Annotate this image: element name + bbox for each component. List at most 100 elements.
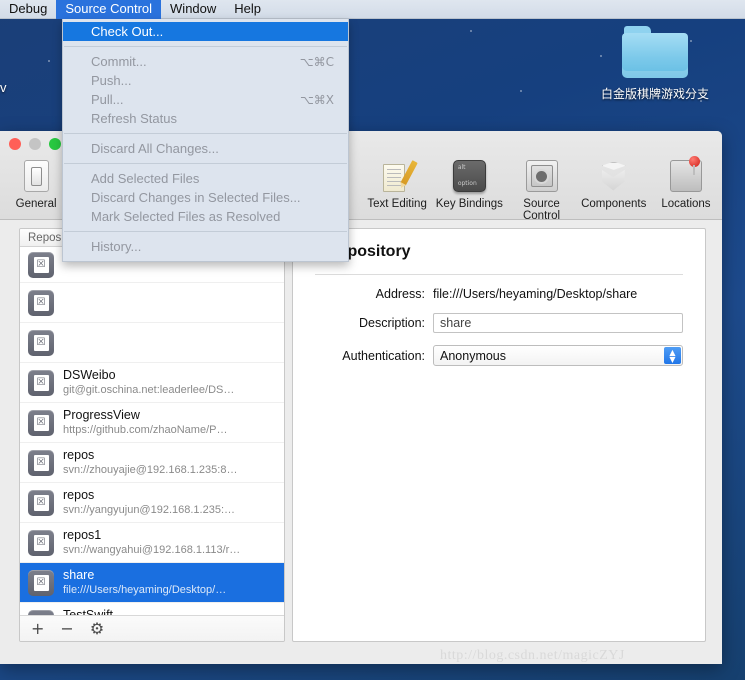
tab-components-label: Components [581,198,647,210]
authentication-select[interactable]: Anonymous ▲ ▼ [433,345,683,366]
menu-item-push-label: Push... [91,73,132,88]
menu-item-pull[interactable]: Pull... ⌥⌘X [63,90,348,109]
table-row-selected[interactable]: ☒ share file:///Users/heyaming/Desktop/… [20,563,284,603]
watermark: http://blog.csdn.net/magicZYJ [440,648,625,663]
menu-item-discard-changes-in-selected-files[interactable]: Discard Changes in Selected Files... [63,188,348,207]
menu-item-history-label: History... [91,239,142,254]
menu-item-discard-all-changes[interactable]: Discard All Changes... [63,139,348,158]
repository-name: TestSwift [63,608,114,615]
menu-bar[interactable]: Debug Source Control Window Help [0,0,745,19]
description-row: Description: share [293,313,705,333]
menubar-item-debug[interactable]: Debug [0,0,56,19]
menu-item-refresh-status[interactable]: Refresh Status [63,109,348,128]
menu-item-commit[interactable]: Commit... ⌥⌘C [63,52,348,71]
components-icon [578,157,650,195]
repository-name: share [63,568,95,582]
tab-text-editing-label: Text Editing [367,198,427,210]
desktop-left-text: v [0,80,7,95]
repository-icon: ☒ [28,449,54,476]
tab-components[interactable]: Components [578,153,650,210]
menu-item-history[interactable]: History... [63,237,348,256]
repository-name: repos [63,488,95,502]
menu-item-commit-shortcut: ⌥⌘C [299,54,334,69]
menu-separator [64,133,347,134]
menu-item-refresh-status-label: Refresh Status [91,111,177,126]
repository-icon: ☒ [28,409,54,436]
tab-text-editing[interactable]: Text Editing [361,153,433,210]
authentication-row: Authentication: Anonymous ▲ ▼ [293,345,705,366]
repository-url: https://github.com/zhaoName/P… [63,424,228,436]
repository-url: svn://yangyujun@192.168.1.235:… [63,504,236,516]
table-row[interactable]: ☒ DSWeibo git@git.oschina.net:leaderlee/… [20,363,284,403]
divider [315,274,683,275]
menu-item-mark-selected-files-as-resolved-label: Mark Selected Files as Resolved [91,209,281,224]
table-row[interactable]: ☒ ProgressView https://github.com/zhaoNa… [20,403,284,443]
repository-icon: ☒ [28,609,54,615]
menubar-item-help[interactable]: Help [225,0,270,19]
text-editing-icon [361,157,433,195]
key-bindings-icon: alt option [433,157,505,195]
table-row[interactable]: ☒ TestSwift git@git.oschina.net:MagicZYJ… [20,603,284,615]
menubar-item-source-control[interactable]: Source Control [56,0,162,19]
minimize-button[interactable] [29,138,41,150]
description-label: Description: [359,316,425,330]
address-row: Address: file:///Users/heyaming/Desktop/… [293,287,705,301]
remove-repository-button[interactable]: − [60,620,73,636]
zoom-button[interactable] [49,138,61,150]
address-label: Address: [375,287,425,301]
repository-name: repos1 [63,528,102,542]
repository-name: DSWeibo [63,368,116,382]
menu-item-push[interactable]: Push... [63,71,348,90]
repository-icon: ☒ [28,251,54,278]
window-controls[interactable] [9,138,61,150]
source-control-menu[interactable]: Check Out... Commit... ⌥⌘C Push... Pull.… [62,19,349,262]
tab-locations-label: Locations [661,198,711,210]
address-value: file:///Users/heyaming/Desktop/share [433,287,638,301]
gear-icon[interactable]: ⚙ [90,620,104,636]
tab-locations[interactable]: Locations [650,153,722,210]
repository-icon: ☒ [28,529,54,556]
tab-source-control[interactable]: Source Control [505,153,578,224]
close-button[interactable] [9,138,21,150]
folder-icon [622,26,688,78]
table-row[interactable]: ☒ [20,323,284,363]
repository-name: ProgressView [63,408,140,422]
menu-item-discard-all-changes-label: Discard All Changes... [91,141,219,156]
desktop-folder-item[interactable]: 白金版棋牌游戏分支 [600,26,710,102]
repository-icon: ☒ [28,329,54,356]
table-row[interactable]: ☒ repos svn://yangyujun@192.168.1.235:… [20,483,284,523]
menu-separator [64,231,347,232]
menu-item-add-selected-files-label: Add Selected Files [91,171,200,186]
repository-detail-panel: Repository Address: file:///Users/heyami… [292,228,706,642]
repository-url: svn://wangyahui@192.168.1.113/r… [63,544,241,556]
add-repository-button[interactable]: + [31,620,44,636]
preferences-content: Repositories ☒ ☒ ☒ ☒ DSWeibo git@git.osc… [0,220,722,664]
repository-list[interactable]: ☒ ☒ ☒ ☒ DSWeibo git@git.oschina.net:lead… [20,247,284,615]
menu-item-check-out-label: Check Out... [91,24,164,39]
menu-separator [64,163,347,164]
menu-item-mark-selected-files-as-resolved[interactable]: Mark Selected Files as Resolved [63,207,348,226]
table-row[interactable]: ☒ [20,283,284,323]
repository-icon: ☒ [28,569,54,596]
repository-url: git@git.oschina.net:leaderlee/DS… [63,384,235,396]
desktop-folder-label: 白金版棋牌游戏分支 [600,87,709,101]
table-row[interactable]: ☒ repos svn://zhouyajie@192.168.1.235:8… [20,443,284,483]
repository-url: svn://zhouyajie@192.168.1.235:8… [63,464,238,476]
menu-item-add-selected-files[interactable]: Add Selected Files [63,169,348,188]
menubar-item-window[interactable]: Window [161,0,225,19]
chevron-up-down-icon[interactable]: ▲ ▼ [664,347,681,364]
repository-name: repos [63,448,95,462]
table-row[interactable]: ☒ repos1 svn://wangyahui@192.168.1.113/r… [20,523,284,563]
repository-icon: ☒ [28,369,54,396]
description-input[interactable]: share [433,313,683,333]
locations-icon [650,156,722,195]
menu-item-discard-changes-in-selected-files-label: Discard Changes in Selected Files... [91,190,301,205]
menu-item-check-out[interactable]: Check Out... [63,22,348,41]
menu-separator [64,46,347,47]
repository-url: file:///Users/heyaming/Desktop/… [63,584,227,596]
tab-key-bindings-label: Key Bindings [435,198,503,210]
repository-icon: ☒ [28,289,54,316]
tab-key-bindings[interactable]: alt option Key Bindings [433,153,505,210]
source-control-icon [505,157,577,195]
repository-list-footer[interactable]: + − ⚙ [20,615,284,641]
